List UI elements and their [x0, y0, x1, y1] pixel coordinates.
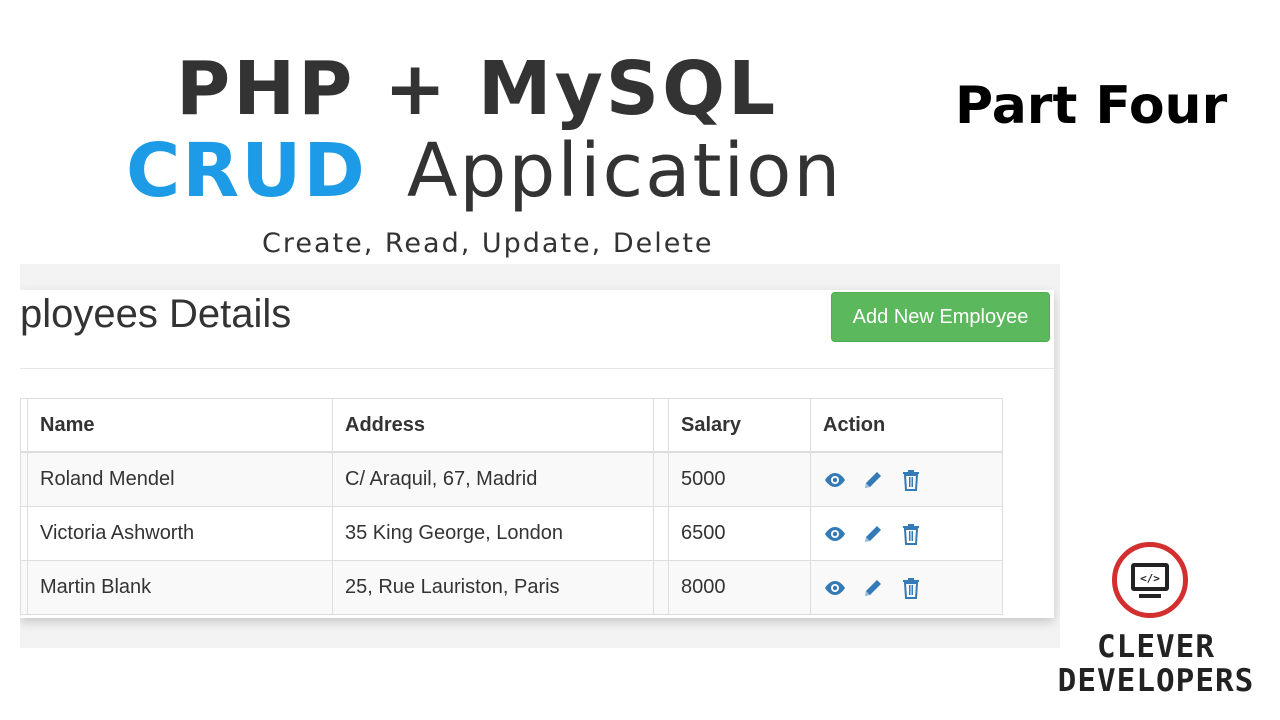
table-header-row: Name Address Salary Action — [20, 398, 1003, 453]
cell-name: Roland Mendel — [27, 451, 333, 507]
cell-index — [20, 506, 28, 561]
header-cell-action: Action — [810, 398, 1003, 453]
eye-icon — [823, 468, 847, 492]
header-cell-salary[interactable]: Salary — [668, 398, 811, 453]
cell-index — [20, 451, 28, 507]
cell-salary: 8000 — [668, 560, 811, 615]
logo-text-line1: CLEVER — [1097, 629, 1215, 665]
eye-button[interactable] — [823, 468, 847, 492]
trash-icon — [899, 576, 923, 600]
trash-button[interactable] — [899, 468, 923, 492]
trash-icon — [899, 522, 923, 546]
pencil-button[interactable] — [861, 576, 885, 600]
eye-button[interactable] — [823, 522, 847, 546]
trash-button[interactable] — [899, 576, 923, 600]
header-cell-spacer — [653, 398, 669, 453]
heading-divider — [20, 368, 1054, 369]
banner-title-rest: Application — [406, 128, 843, 214]
part-label: Part Four — [955, 76, 1228, 136]
cell-spacer — [653, 506, 669, 561]
banner-title-line2: CRUD Application — [126, 134, 842, 208]
cell-actions — [810, 560, 1003, 615]
monitor-code-icon: </> — [1131, 563, 1169, 598]
cell-spacer — [653, 451, 669, 507]
app-screenshot: Employees Details Add New Employee Name … — [20, 264, 1060, 648]
clever-developers-logo: </> CLEVER DEVELOPERS — [1040, 542, 1272, 702]
cell-spacer — [653, 560, 669, 615]
eye-button[interactable] — [823, 576, 847, 600]
cell-address: 35 King George, London — [332, 506, 654, 561]
eye-icon — [823, 576, 847, 600]
employees-table: Name Address Salary Action Roland Mendel… — [20, 398, 1003, 615]
cell-address: C/ Araquil, 67, Madrid — [332, 451, 654, 507]
table-row: Martin Blank 25, Rue Lauriston, Paris 8000 — [20, 560, 1003, 615]
cell-name: Martin Blank — [27, 560, 333, 615]
svg-text:</>: </> — [1140, 572, 1160, 585]
cell-actions — [810, 451, 1003, 507]
cell-salary: 5000 — [668, 451, 811, 507]
cell-index — [20, 560, 28, 615]
trash-icon — [899, 468, 923, 492]
cell-salary: 6500 — [668, 506, 811, 561]
banner-title-line1: PHP + MySQL — [176, 46, 779, 132]
banner-subtitle: Create, Read, Update, Delete — [262, 228, 714, 259]
app-page: Employees Details Add New Employee Name … — [20, 290, 1054, 618]
page-title: Employees Details — [20, 292, 292, 336]
pencil-icon — [861, 576, 885, 600]
table-row: Roland Mendel C/ Araquil, 67, Madrid 5000 — [20, 451, 1003, 507]
cell-actions — [810, 506, 1003, 561]
header-cell-name[interactable]: Name — [27, 398, 333, 453]
pencil-icon — [861, 522, 885, 546]
logo-ring: </> — [1112, 542, 1188, 618]
header-cell-index — [20, 398, 28, 453]
cell-address: 25, Rue Lauriston, Paris — [332, 560, 654, 615]
table-row: Victoria Ashworth 35 King George, London 6… — [20, 506, 1003, 561]
pencil-button[interactable] — [861, 522, 885, 546]
cell-name: Victoria Ashworth — [27, 506, 333, 561]
header-cell-address[interactable]: Address — [332, 398, 654, 453]
trash-button[interactable] — [899, 522, 923, 546]
pencil-button[interactable] — [861, 468, 885, 492]
banner-title-accent: CRUD — [126, 128, 367, 214]
logo-text-line2: DEVELOPERS — [1057, 663, 1255, 699]
eye-icon — [823, 522, 847, 546]
pencil-icon — [861, 468, 885, 492]
add-new-employee-button[interactable]: Add New Employee — [831, 292, 1050, 342]
